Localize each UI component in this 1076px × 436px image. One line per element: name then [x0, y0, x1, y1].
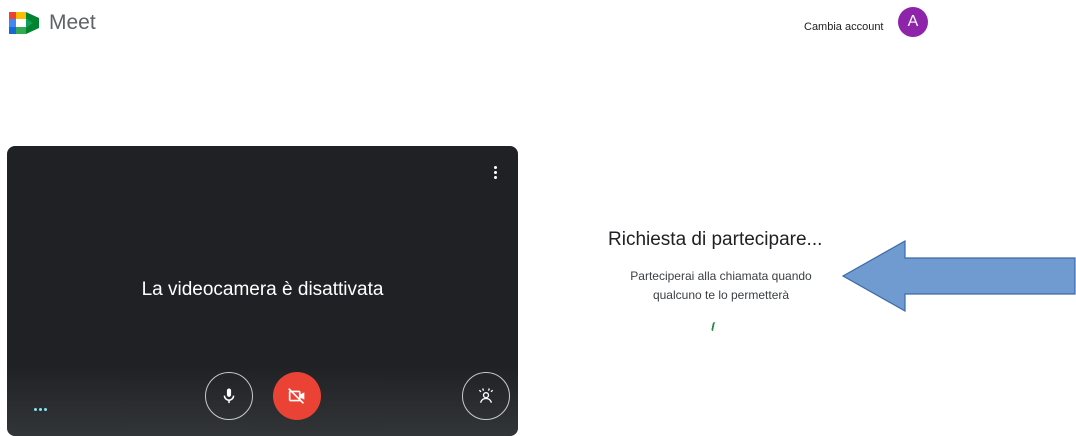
preview-gradient: [7, 366, 518, 436]
camera-off-icon: [288, 388, 305, 404]
app-name: Meet: [49, 11, 96, 34]
join-request-subtitle: Parteciperai alla chiamata quando qualcu…: [610, 267, 832, 305]
visual-effects-button[interactable]: [462, 372, 510, 420]
annotation-arrow: [842, 240, 1076, 312]
camera-toggle-button[interactable]: [273, 372, 321, 420]
join-subtitle-line1: Parteciperai alla chiamata quando: [630, 269, 812, 283]
meet-logo-icon: [9, 12, 39, 34]
more-vert-icon[interactable]: [490, 166, 500, 186]
microphone-button[interactable]: [205, 372, 253, 420]
video-preview: La videocamera è disattivata: [7, 146, 518, 436]
switch-account-link[interactable]: Cambia account: [804, 21, 884, 33]
visual-effects-icon: [478, 388, 494, 403]
join-request-title: Richiesta di partecipare...: [608, 229, 823, 250]
meet-logo[interactable]: Meet: [9, 11, 96, 35]
camera-off-message: La videocamera è disattivata: [141, 279, 384, 300]
avatar[interactable]: A: [898, 7, 928, 37]
audio-level-dots: [34, 408, 47, 411]
microphone-icon: [223, 388, 235, 404]
join-subtitle-line2: qualcuno te lo permetterà: [652, 288, 790, 302]
loading-spinner: [711, 322, 719, 331]
